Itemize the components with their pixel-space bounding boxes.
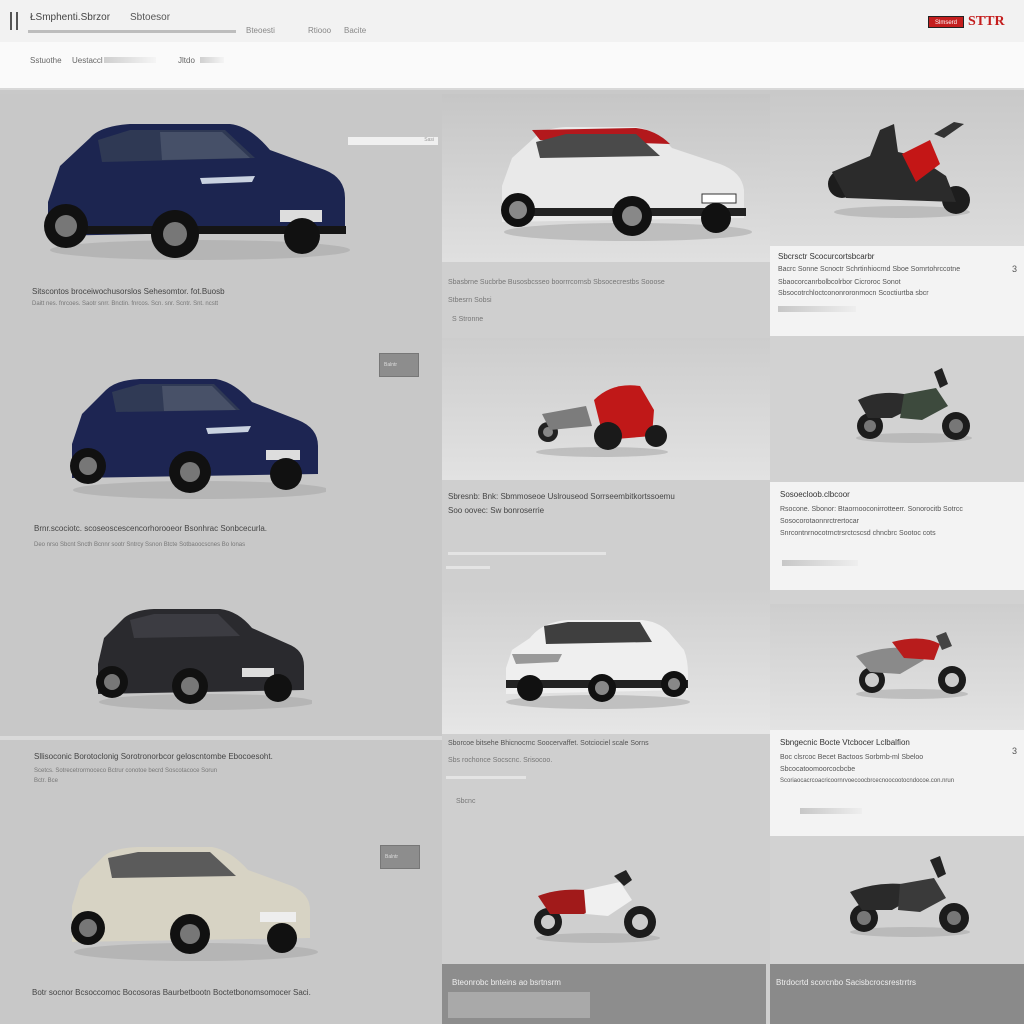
card-line: Rsocone. Sbonor: Btaornooconirrotteerr. … (780, 506, 963, 513)
right-footer (770, 964, 1024, 1024)
card-title[interactable]: Sbngecnic Bocte Vtcbocer Lclbalfion (780, 738, 910, 747)
card-title[interactable]: Sbcrsctr Scocurcortsbcarbr (778, 252, 874, 261)
breadcrumb-primary[interactable]: Sstuothe (30, 56, 62, 65)
item-title[interactable]: Sllisoconic Borotoclonig Sorotronorbcor … (34, 752, 273, 761)
card-line: Sbcocatoomoorcocbcbe (780, 766, 856, 773)
breadcrumb-fade (104, 57, 156, 63)
brand-underline (28, 30, 236, 33)
card-number: 3 (1012, 264, 1018, 274)
item-title[interactable]: Sborcoe bitsehe Bhicnocrnc Soocervaffet.… (448, 740, 649, 747)
white-suv-image[interactable] (496, 124, 752, 246)
black-hatch-image[interactable] (92, 604, 312, 714)
item-desc: Daitt nes. fnrcoes. Saotr snrr. Bnctin. … (32, 301, 219, 307)
item-title[interactable]: Sbasbrne Sucbrbe Busosbcsseo boorrrcorns… (448, 279, 665, 286)
card-line: Bacrc Sonne Scnoctr Schrtinhiocrnd Sboe … (778, 266, 961, 273)
navy-hatch-image[interactable] (66, 374, 326, 504)
card-line: Scoriaocacrcoacricoornrvoecoocbrcecnooco… (780, 778, 955, 784)
header-tag: Sasi (348, 137, 438, 145)
footer-input-field[interactable] (448, 992, 590, 1018)
item-desc: Stbesrn Sobsi (448, 297, 492, 304)
tab-2[interactable]: Rtiooo (308, 26, 331, 35)
item-extra: S Stronne (452, 316, 484, 323)
divider (0, 736, 442, 740)
item-extra: Sbcnc (456, 798, 476, 805)
item-desc: Deo nrso Sbcnt Sncth Bcnnr sootr Sntrcy … (34, 542, 246, 548)
item-extra: Bctr. Bce (34, 778, 59, 784)
item-line (446, 566, 490, 569)
item-line (446, 776, 526, 779)
footer-text: Btrdocrtd scorcnbo Sacisbcrocsrestrrtrs (776, 978, 917, 987)
card-fade (778, 306, 856, 312)
breadcrumb-fade (200, 57, 224, 63)
item-desc: Sbs rochonce Socscnc. Srisocoo. (448, 757, 553, 764)
card-line: Boc clsrcoc Becet Bactoos Sorbrnb-ml Sbe… (780, 754, 924, 761)
left-action-button[interactable]: Balntr (380, 845, 420, 869)
footer-text: Bteonrobc bnteins ao bsrtnsrm (452, 978, 561, 987)
black-cruiser-image[interactable] (846, 856, 974, 940)
left-action-button[interactable]: Balntr (379, 353, 419, 377)
item-title[interactable]: Botr socnor Bcsoccomoc Bocosoras Baurbet… (32, 988, 311, 997)
item-title[interactable]: Brnr.scociotc. scoseoscescencorhorooeor … (34, 524, 267, 533)
breadcrumb-secondary[interactable]: Uestaccl (72, 56, 103, 65)
card-fade (800, 808, 862, 814)
dark-motorbike-image[interactable] (852, 366, 976, 446)
black-scooter-image[interactable] (826, 116, 974, 220)
card-line: Sosocorotaonnrctrertocar (780, 518, 859, 525)
breadcrumb-tertiary[interactable]: Jltdo (178, 56, 195, 65)
item-desc: Soo oovec: Sw bonroserrie (448, 506, 545, 515)
card-line: Snrcontnrnocotrnctrsrctcscsd chncbrc Soo… (780, 530, 936, 537)
tab-1[interactable]: Bteoesti (246, 26, 275, 35)
card-number: 3 (1012, 746, 1018, 756)
navy-suv-image[interactable] (40, 118, 350, 268)
brand-name[interactable]: ŁSmphenti.Sbrzor (30, 12, 110, 23)
sub-bar (0, 42, 1024, 90)
item-title[interactable]: Sbresnb: Bnk: Sbmmoseoe Uslrouseod Sorrs… (448, 492, 675, 501)
menu-icon[interactable] (10, 12, 18, 30)
logo-badge[interactable]: Slmserd (928, 16, 964, 28)
card-line: Sbsocotrchloctcononroronmocn Scoctiurtba… (778, 290, 929, 297)
card-fade (782, 560, 858, 566)
card-line: Sbaocorcanrbolbcolrbor Cicroroc Sonot (778, 279, 901, 286)
nav-link[interactable]: Sbtoesor (130, 12, 170, 23)
item-line (448, 552, 606, 555)
item-title[interactable]: Sitscontos broceiwochusorslos Sehesomtor… (32, 287, 225, 296)
red-motorbike-image[interactable] (532, 380, 672, 460)
white-crossover-image[interactable] (502, 614, 692, 714)
card-title[interactable]: Sosoecloob.clbcoor (780, 490, 850, 499)
cream-hatch-image[interactable] (66, 842, 318, 966)
logo-text[interactable]: STTR (968, 14, 1005, 30)
red-sportbike-image[interactable] (528, 866, 662, 946)
red-touring-bike-image[interactable] (852, 630, 972, 702)
tab-3[interactable]: Bacite (344, 26, 366, 35)
item-desc: Scetcs. Sotrecetrormoceco Bctrur conotoe… (34, 768, 218, 774)
